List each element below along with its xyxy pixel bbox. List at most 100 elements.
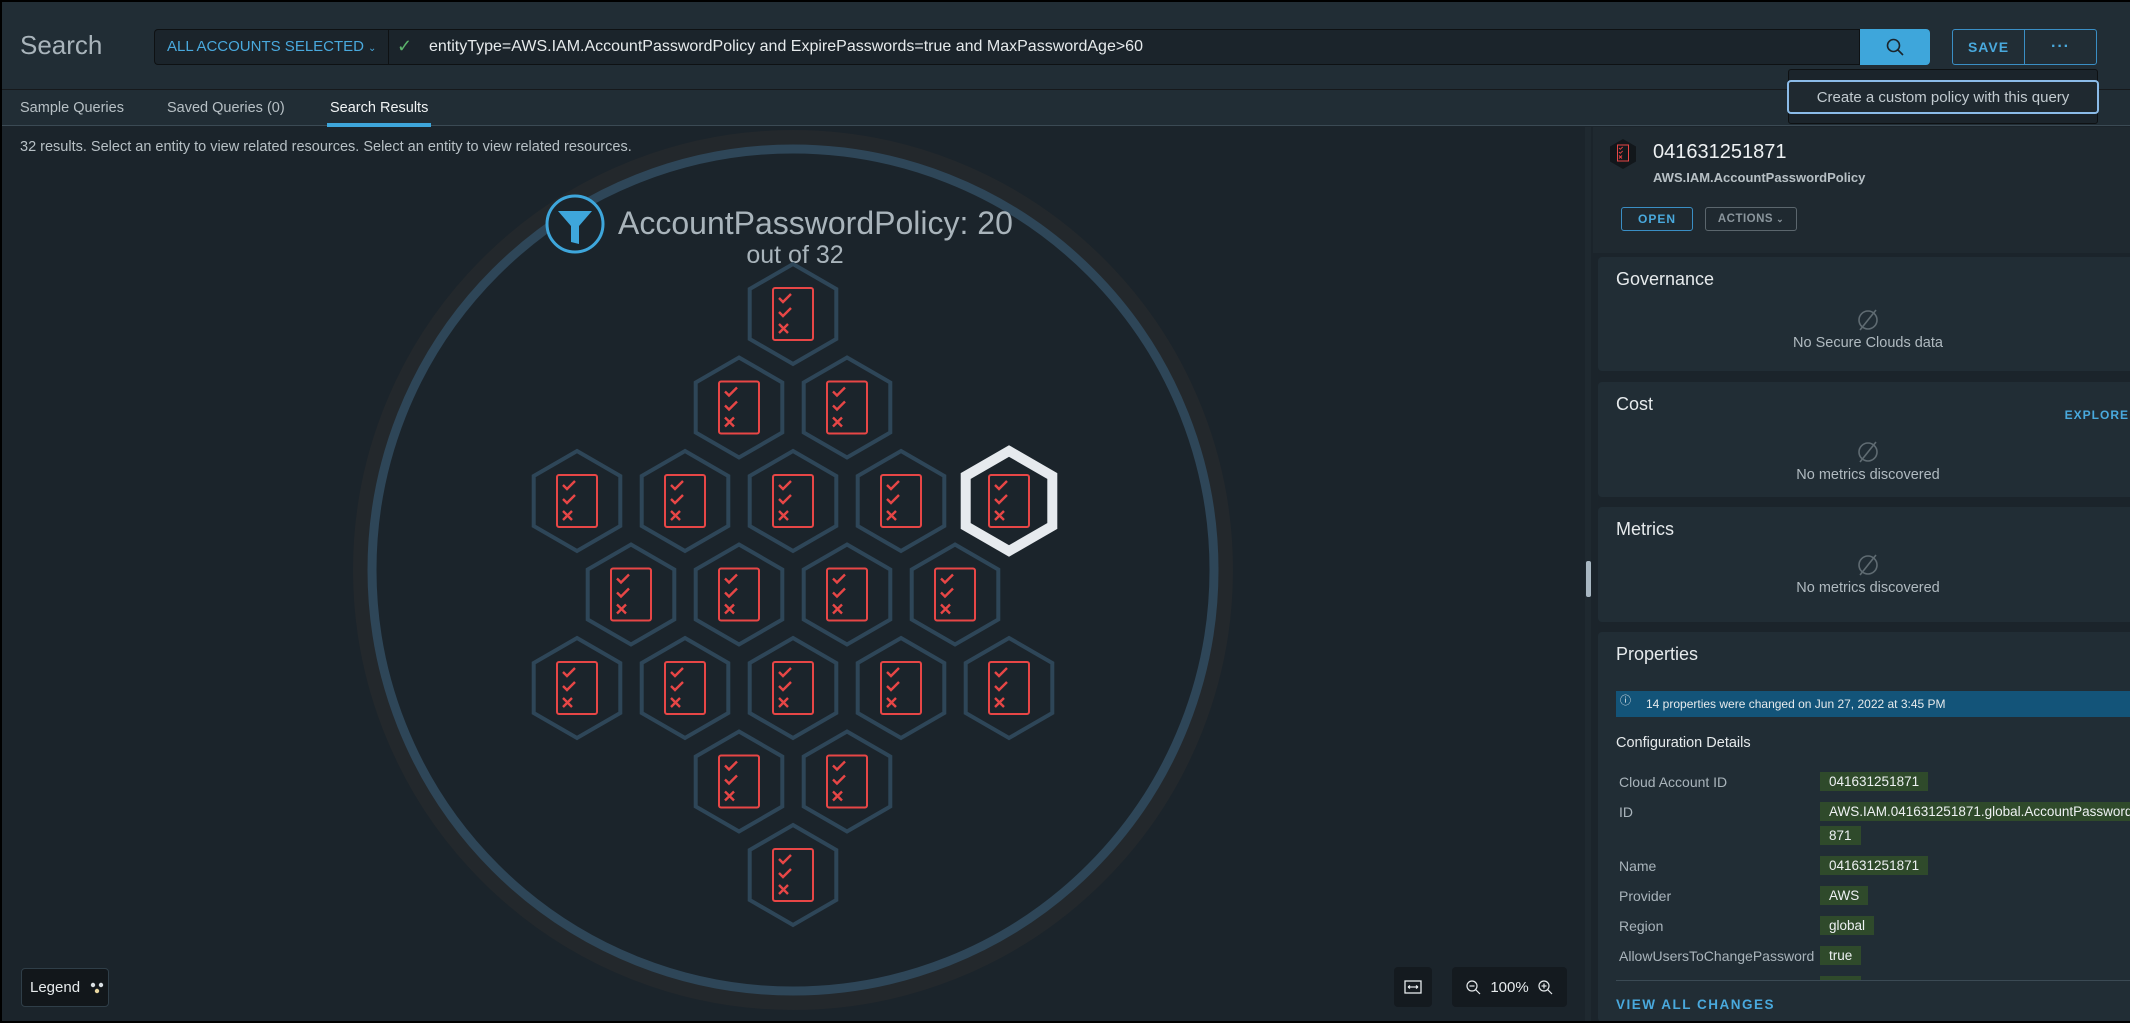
more-options-menu: Create a custom policy with this query — [1787, 69, 2099, 124]
zoom-out-icon[interactable] — [1466, 979, 1481, 995]
policy-checklist-icon — [772, 661, 814, 715]
query-field[interactable]: ✓ — [388, 29, 1860, 65]
policy-checklist-icon — [826, 380, 868, 435]
result-node[interactable] — [909, 542, 1001, 647]
query-input[interactable] — [429, 30, 1849, 64]
tab-search-results[interactable]: Search Results — [326, 90, 432, 127]
result-node[interactable] — [531, 635, 623, 741]
node-hexagon — [747, 448, 839, 554]
actions-dropdown-button[interactable]: ACTIONS ⌄ — [1705, 207, 1797, 231]
open-button[interactable]: OPEN — [1621, 207, 1693, 231]
node-hexagon — [693, 355, 785, 460]
search-button[interactable] — [1860, 29, 1930, 65]
chevron-down-icon: ⌄ — [1776, 213, 1785, 224]
splitter-handle[interactable] — [1586, 561, 1591, 597]
empty-set-icon — [1858, 309, 1878, 331]
zoom-in-icon[interactable] — [1537, 979, 1553, 995]
footer-divider — [1616, 980, 2130, 981]
node-hexagon — [960, 445, 1058, 557]
entity-details-panel: 041631251871 AWS.IAM.AccountPasswordPoli… — [1593, 127, 2130, 1021]
fit-to-screen-button[interactable] — [1394, 967, 1432, 1007]
tab-sample-queries[interactable]: Sample Queries — [20, 90, 124, 126]
group-ring — [367, 144, 1219, 996]
save-button-group: SAVE ··· — [1952, 29, 2097, 65]
actions-label: ACTIONS — [1717, 213, 1774, 225]
governance-title: Governance — [1616, 269, 1715, 289]
node-hexagon — [855, 448, 947, 554]
node-hexagon — [531, 448, 623, 554]
properties-card: Properties ⓘ 14 properties were changed … — [1598, 632, 2130, 1021]
prop-label-region: Region — [1619, 918, 1664, 934]
prop-label-name: Name — [1619, 858, 1657, 874]
fit-width-icon — [1404, 980, 1422, 994]
node-hexagon — [747, 635, 839, 741]
legend-label: Legend — [30, 979, 81, 996]
node-hexagon — [963, 635, 1055, 741]
prop-value-allow-users-change-password: true — [1820, 946, 1862, 965]
legend-icon — [90, 982, 104, 993]
policy-checklist-icon — [772, 848, 814, 902]
group-title: AccountPasswordPolicy: 20 — [618, 205, 1013, 241]
node-hexagon — [693, 729, 785, 834]
results-graph[interactable]: AccountPasswordPolicy: 20 out of 32 — [2, 127, 1585, 1021]
metrics-empty-state: No metrics discovered — [1598, 552, 2130, 596]
tab-saved-queries[interactable]: Saved Queries (0) — [167, 90, 285, 126]
explore-link[interactable]: EXPLORE — [2065, 408, 2129, 422]
zoom-control: 100% — [1452, 967, 1567, 1007]
more-options-button[interactable]: ··· — [2025, 30, 2096, 64]
policy-checklist-icon — [988, 474, 1030, 528]
changes-info-text: 14 properties were changed on Jun 27, 20… — [1646, 697, 1946, 711]
result-node[interactable] — [747, 635, 839, 741]
result-node[interactable] — [747, 261, 839, 367]
node-layer — [531, 261, 1058, 928]
result-node[interactable] — [747, 822, 839, 928]
policy-checklist-icon — [664, 474, 706, 528]
graph-canvas[interactable]: 32 results. Select an entity to view rel… — [2, 127, 1585, 1021]
result-node[interactable] — [639, 448, 731, 554]
view-all-changes-link[interactable]: VIEW ALL CHANGES — [1616, 997, 1775, 1012]
cost-empty-text: No metrics discovered — [1796, 467, 1940, 483]
result-node[interactable] — [855, 635, 947, 741]
save-button[interactable]: SAVE — [1953, 30, 2025, 64]
entity-name: 041631251871 — [1653, 141, 1787, 163]
node-hexagon — [585, 542, 677, 647]
prop-value-cloud-account-id: 041631251871 — [1820, 772, 1929, 791]
policy-checklist-icon — [934, 567, 976, 622]
policy-checklist-icon — [880, 661, 922, 715]
result-node[interactable] — [801, 729, 893, 834]
metrics-empty-text: No metrics discovered — [1796, 580, 1940, 596]
create-custom-policy-menu-item[interactable]: Create a custom policy with this query — [1787, 80, 2099, 114]
result-node[interactable] — [693, 355, 785, 460]
node-hexagon — [909, 542, 1001, 647]
policy-checklist-icon — [718, 754, 760, 809]
policy-checklist-icon — [772, 287, 814, 341]
page-title: Search — [20, 30, 103, 60]
policy-checklist-icon — [718, 380, 760, 435]
result-node[interactable] — [585, 542, 677, 647]
result-node[interactable] — [693, 729, 785, 834]
policy-checklist-icon — [988, 661, 1030, 715]
result-node[interactable] — [693, 542, 785, 647]
result-node-selected[interactable] — [960, 445, 1058, 557]
result-node[interactable] — [801, 355, 893, 460]
metrics-card: Metrics No metrics discovered — [1598, 507, 2130, 622]
result-node[interactable] — [801, 542, 893, 647]
policy-checklist-icon — [556, 661, 598, 715]
node-hexagon — [855, 635, 947, 741]
legend-button[interactable]: Legend — [21, 968, 109, 1007]
check-icon: ✓ — [397, 36, 413, 56]
prop-row-clipped: ExpirePasswords true — [1598, 972, 2130, 980]
account-selector-label: ALL ACCOUNTS SELECTED — [167, 38, 364, 55]
result-node[interactable] — [855, 448, 947, 554]
search-icon — [1886, 38, 1904, 56]
prop-label-cloud-account-id: Cloud Account ID — [1619, 774, 1728, 790]
entity-policy-icon — [1610, 139, 1636, 169]
group-filter-badge[interactable] — [545, 194, 605, 254]
account-selector[interactable]: ALL ACCOUNTS SELECTED ⌄ — [154, 29, 388, 65]
result-node[interactable] — [531, 448, 623, 554]
result-node[interactable] — [747, 448, 839, 554]
result-node[interactable] — [963, 635, 1055, 741]
empty-set-icon — [1858, 554, 1878, 576]
result-node[interactable] — [639, 635, 731, 741]
zoom-level: 100% — [1490, 978, 1529, 996]
